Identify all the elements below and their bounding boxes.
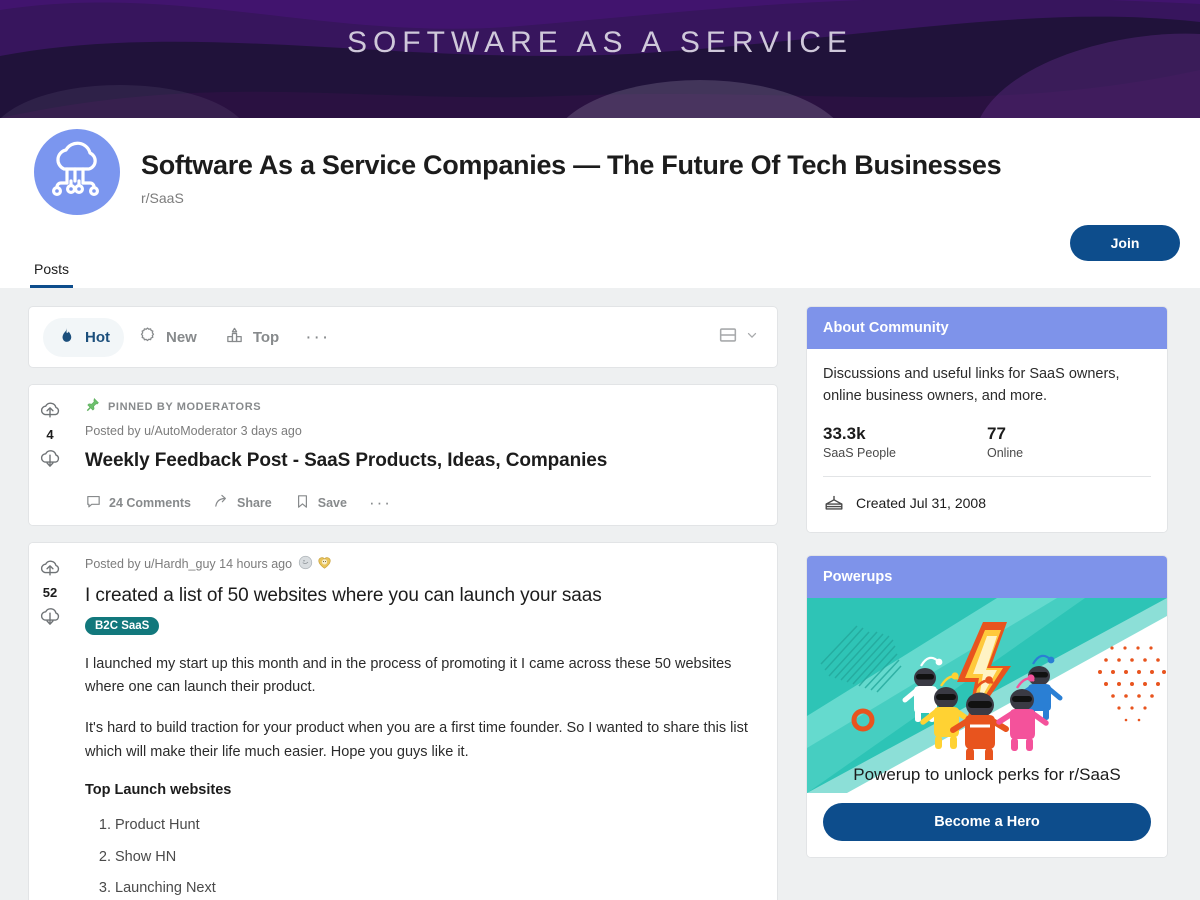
post-title[interactable]: I created a list of 50 websites where yo…: [85, 584, 763, 608]
save-button[interactable]: Save: [294, 493, 347, 513]
vote-column: 52: [29, 542, 71, 900]
cloud-network-icon: [46, 141, 108, 204]
powerups-artwork: Powerup to unlock perks for r/SaaS: [807, 597, 1167, 793]
share-arrow-icon: [213, 493, 230, 513]
about-community-card: About Community Discussions and useful l…: [806, 306, 1168, 533]
card-view-icon: [717, 324, 739, 351]
post-title[interactable]: Weekly Feedback Post - SaaS Products, Id…: [85, 449, 763, 473]
sidebar-divider: [823, 475, 1151, 477]
post-flair[interactable]: B2C SaaS: [85, 616, 160, 635]
post-content: Posted by u/Hardh_guy 14 hours ago I cre…: [71, 543, 777, 900]
about-community-description: Discussions and useful links for SaaS ow…: [823, 366, 1120, 404]
subreddit-name: r/SaaS: [141, 190, 184, 207]
powerups-card: Powerups Powerup to unlock perks for r/S…: [806, 554, 1168, 858]
launch-websites-list: Product Hunt Show HN Launching Next: [115, 810, 763, 900]
community-created: Created Jul 31, 2008: [823, 491, 1151, 516]
community-avatar[interactable]: [30, 125, 124, 219]
posts-column: Hot New Top ··· 4 PINNED BY MODERATORS P…: [28, 306, 778, 900]
post-awards: [298, 555, 332, 573]
post-paragraph: It's hard to build traction for your pro…: [85, 720, 748, 760]
powerups-header: Powerups: [807, 555, 1167, 598]
pinned-banner: PINNED BY MODERATORS: [85, 397, 763, 417]
tab-posts[interactable]: Posts: [30, 261, 74, 288]
silver-award-icon[interactable]: [298, 555, 313, 573]
vote-score: 52: [42, 584, 58, 600]
save-label: Save: [317, 495, 347, 510]
sort-option-hot-label: Hot: [85, 328, 110, 346]
pinned-label: PINNED BY MODERATORS: [108, 401, 262, 413]
view-mode-selector[interactable]: [717, 324, 763, 351]
comment-bubble-icon: [85, 493, 102, 513]
podium-icon: [225, 326, 244, 349]
banner-title: SOFTWARE AS A SERVICE: [346, 26, 854, 59]
share-button[interactable]: Share: [213, 493, 272, 513]
stat-online: 77 Online: [987, 424, 1151, 460]
post-paragraph: I launched my start up this month and in…: [85, 655, 732, 695]
post-actions: 24 Comments Share Save ···: [85, 483, 763, 525]
page-body: Hot New Top ··· 4 PINNED BY MODERATORS P…: [0, 288, 1200, 900]
post-author-line[interactable]: Posted by u/AutoModerator 3 days ago: [85, 424, 302, 438]
sort-option-top-label: Top: [252, 328, 280, 346]
list-item: Launching Next: [115, 873, 763, 900]
chevron-down-icon: [745, 328, 759, 347]
community-stats: 33.3k SaaS People 77 Online: [823, 424, 1151, 460]
upvote-cloud-icon[interactable]: [38, 557, 62, 579]
comments-label: 24 Comments: [109, 495, 191, 510]
post-more-button[interactable]: ···: [369, 494, 392, 511]
sort-option-new-label: New: [166, 328, 197, 346]
community-tabs: Posts: [30, 261, 74, 288]
become-a-hero-button[interactable]: Become a Hero: [823, 802, 1151, 841]
stat-online-value: 77: [987, 423, 1006, 443]
downvote-cloud-icon[interactable]: [38, 448, 62, 470]
flame-icon: [57, 326, 76, 349]
stat-online-label: Online: [987, 445, 1024, 460]
stat-members-value: 33.3k: [823, 423, 866, 443]
vote-column: 4: [29, 385, 71, 525]
post-meta: Posted by u/AutoModerator 3 days ago: [85, 424, 763, 438]
join-button[interactable]: Join: [1070, 225, 1180, 261]
sort-more-button[interactable]: ···: [293, 324, 342, 351]
comments-button[interactable]: 24 Comments: [85, 493, 191, 513]
bookmark-icon: [294, 493, 311, 513]
sidebar-column: About Community Discussions and useful l…: [806, 306, 1168, 900]
gold-heart-award-icon[interactable]: [317, 555, 332, 573]
upvote-cloud-icon[interactable]: [38, 399, 62, 421]
post-card-pinned[interactable]: 4 PINNED BY MODERATORS Posted by u/AutoM…: [28, 384, 778, 526]
about-community-header: About Community: [807, 307, 1167, 349]
stat-members-label: SaaS People: [823, 445, 896, 460]
powerups-caption: Powerup to unlock perks for r/SaaS: [853, 764, 1121, 784]
sort-option-top[interactable]: Top: [211, 318, 293, 357]
pushpin-icon: [85, 397, 100, 417]
sort-option-new[interactable]: New: [124, 318, 211, 357]
post-content: PINNED BY MODERATORS Posted by u/AutoMod…: [71, 385, 777, 525]
sort-option-hot[interactable]: Hot: [43, 317, 124, 357]
list-item: Show HN: [115, 842, 763, 873]
sort-bar: Hot New Top ···: [28, 306, 778, 368]
cake-icon: [823, 491, 845, 516]
community-header: Software As a Service Companies — The Fu…: [0, 118, 1200, 288]
starburst-icon: [138, 326, 157, 349]
list-item: Product Hunt: [115, 810, 763, 841]
post-selftext: I launched my start up this month and in…: [85, 653, 763, 900]
stat-members: 33.3k SaaS People: [823, 424, 987, 460]
share-label: Share: [236, 495, 272, 510]
selftext-heading: Top Launch websites: [85, 782, 232, 799]
page-title: Software As a Service Companies — The Fu…: [141, 150, 1002, 180]
post-author-line[interactable]: Posted by u/Hardh_guy 14 hours ago: [85, 557, 292, 571]
post-card[interactable]: 52 Posted by u/Hardh_guy 14 hours ago I …: [28, 541, 778, 900]
vote-score: 4: [46, 427, 54, 442]
community-created-label: Created Jul 31, 2008: [856, 495, 986, 511]
post-meta: Posted by u/Hardh_guy 14 hours ago: [85, 555, 763, 573]
downvote-cloud-icon[interactable]: [38, 606, 62, 628]
community-banner: SOFTWARE AS A SERVICE: [0, 0, 1200, 118]
